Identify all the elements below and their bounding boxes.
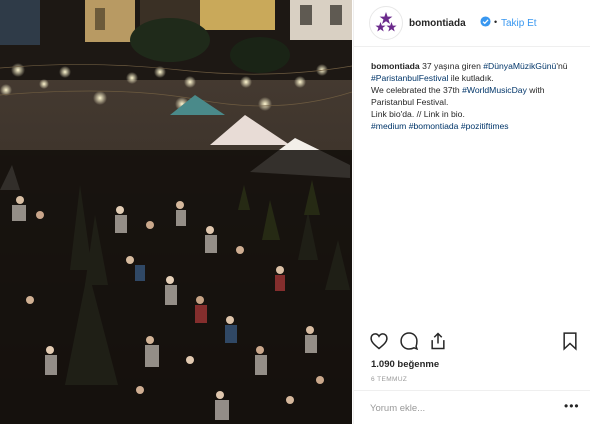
likes-count[interactable]: 1.090 beğenme	[371, 359, 439, 370]
hashtag-link[interactable]: #pozitiftimes	[461, 121, 509, 131]
instagram-post: bomontiada • Takip Et bomontiada 37 yaşı…	[0, 0, 590, 424]
post-header: bomontiada • Takip Et	[354, 0, 590, 47]
caption-text: 'nü	[556, 61, 568, 71]
comment-bubble-icon[interactable]	[399, 331, 419, 351]
heart-icon[interactable]	[369, 331, 389, 351]
post-photo[interactable]	[0, 0, 352, 424]
hashtag-link[interactable]: #bomontiada	[409, 121, 459, 131]
post-actions	[354, 328, 590, 356]
post-sidebar: bomontiada • Takip Et bomontiada 37 yaşı…	[353, 0, 590, 424]
three-stars-logo-icon	[375, 12, 397, 32]
hashtag-link[interactable]: #WorldMusicDay	[462, 85, 527, 95]
comment-input[interactable]: Yorum ekle...	[370, 403, 425, 414]
follow-button[interactable]: Takip Et	[501, 18, 537, 29]
caption-text: ile kutladık.	[450, 73, 494, 83]
profile-avatar[interactable]	[369, 6, 403, 40]
bookmark-icon[interactable]	[560, 331, 580, 351]
caption-username[interactable]: bomontiada	[371, 61, 420, 71]
verified-badge-icon	[480, 16, 491, 27]
caption-text: 37 yaşına giren	[422, 61, 481, 71]
caption-text: Link bio'da. // Link in bio.	[371, 109, 465, 119]
share-icon[interactable]	[428, 331, 448, 351]
more-options-button[interactable]: •••	[564, 399, 580, 413]
profile-username[interactable]: bomontiada	[409, 18, 466, 29]
hashtag-link[interactable]: #ParistanbulFestival	[371, 73, 448, 83]
caption-text: We celebrated the 37th	[371, 85, 460, 95]
post-date[interactable]: 6 TEMMUZ	[371, 376, 407, 383]
crowd-photo-image	[0, 0, 352, 424]
comment-bar: Yorum ekle... •••	[354, 390, 590, 425]
header-separator: •	[494, 17, 498, 27]
hashtag-link[interactable]: #medium	[371, 121, 406, 131]
hashtag-link[interactable]: #DünyaMüzikGünü	[483, 61, 556, 71]
post-caption: bomontiada 37 yaşına giren #DünyaMüzikGü…	[371, 60, 583, 132]
